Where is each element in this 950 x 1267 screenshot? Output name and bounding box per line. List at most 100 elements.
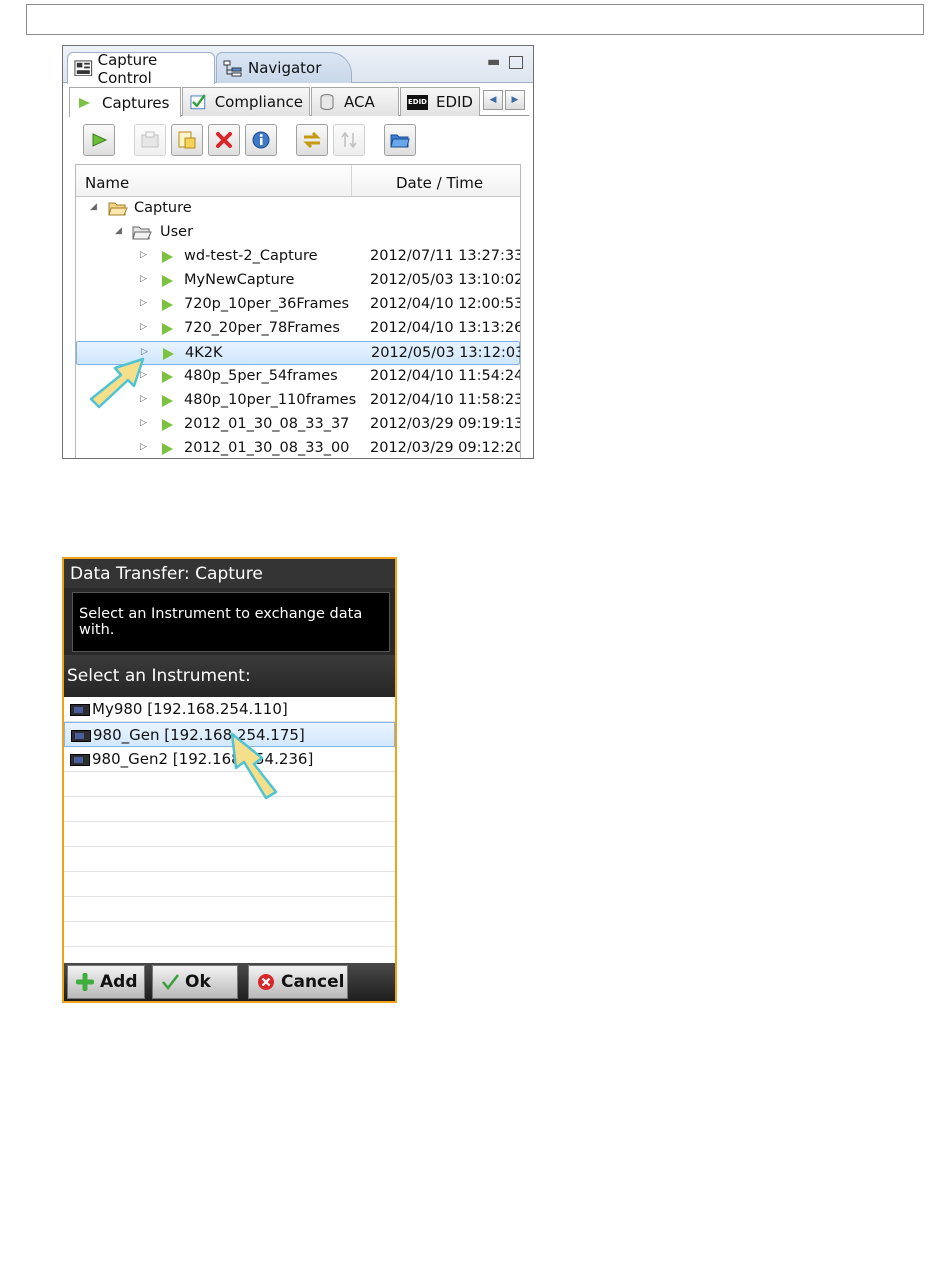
add-button-label: Add bbox=[100, 972, 138, 992]
open-folder-button[interactable] bbox=[384, 124, 416, 156]
expand-icon[interactable]: ▷ bbox=[141, 347, 148, 357]
play-icon bbox=[162, 395, 173, 407]
capture-name: 480p_10per_110frames bbox=[184, 392, 357, 408]
capture-name: 2012_01_30_08_33_00 bbox=[184, 440, 350, 456]
collapse-icon[interactable]: ◢ bbox=[90, 202, 97, 212]
capture-row[interactable]: ▷ 720_20per_78Frames 2012/04/10 13:13:26 bbox=[76, 317, 520, 341]
capture-row[interactable]: ▷ wd-test-2_Capture 2012/07/11 13:27:33 bbox=[76, 245, 520, 269]
scroll-left-icon[interactable]: ◀ bbox=[483, 90, 503, 110]
select-instrument-label: Select an Instrument: bbox=[64, 655, 395, 697]
info-button[interactable] bbox=[245, 124, 277, 156]
play-icon bbox=[162, 419, 173, 431]
delete-button[interactable] bbox=[208, 124, 240, 156]
dialog-title: Data Transfer: Capture bbox=[64, 559, 395, 588]
capture-date: 2012/04/10 11:58:23 bbox=[370, 392, 521, 408]
instrument-name: 980_Gen2 [192.168.254.236] bbox=[92, 750, 314, 768]
column-name[interactable]: Name bbox=[76, 165, 352, 196]
expand-icon[interactable]: ▷ bbox=[140, 442, 147, 452]
folder-open-icon bbox=[132, 226, 152, 240]
tab-navigator[interactable]: Navigator bbox=[216, 52, 352, 83]
capture-name: 720p_10per_36Frames bbox=[184, 296, 350, 312]
view-tab-bar: Capture Control Navigator ▬ bbox=[63, 46, 533, 87]
tab-captures[interactable]: Captures bbox=[69, 87, 181, 117]
instrument-row[interactable]: 980_Gen2 [192.168.254.236] bbox=[64, 747, 395, 772]
capture-row[interactable]: ▷ MyNewCapture 2012/05/03 13:10:02 bbox=[76, 269, 520, 293]
play-icon bbox=[162, 323, 173, 335]
tree-node-user[interactable]: ◢ User bbox=[76, 221, 520, 245]
column-date-time[interactable]: Date / Time bbox=[352, 165, 520, 196]
instrument-row[interactable]: 980_Gen [192.168.254.175] bbox=[64, 722, 395, 747]
tab-compliance[interactable]: Compliance bbox=[182, 87, 310, 116]
instrument-name: 980_Gen [192.168.254.175] bbox=[93, 726, 305, 744]
tab-aca[interactable]: ACA bbox=[311, 87, 399, 116]
export-button[interactable] bbox=[134, 124, 166, 156]
capture-date: 2012/07/11 13:27:33 bbox=[370, 248, 521, 264]
play-icon bbox=[162, 443, 173, 455]
import-button[interactable] bbox=[171, 124, 203, 156]
expand-icon[interactable]: ▷ bbox=[140, 298, 147, 308]
collapse-icon[interactable]: ◢ bbox=[115, 226, 122, 236]
capture-row[interactable]: ▷ 2012_01_30_08_33_00 2012/03/29 09:12:20 bbox=[76, 437, 520, 458]
folder-open-icon bbox=[108, 202, 128, 216]
tree-root-capture[interactable]: ◢ Capture bbox=[76, 197, 520, 221]
captures-tree: Name Date / Time ◢ Capture ◢ User ▷ wd-te… bbox=[75, 164, 521, 458]
capture-row[interactable]: ▷ 2012_01_30_08_33_37 2012/03/29 09:19:13 bbox=[76, 413, 520, 437]
play-icon bbox=[162, 251, 173, 263]
instrument-row[interactable]: My980 [192.168.254.110] bbox=[64, 697, 395, 722]
ok-button-label: Ok bbox=[185, 972, 211, 992]
capture-date: 2012/03/29 09:19:13 bbox=[370, 416, 521, 432]
cancel-button[interactable]: Cancel bbox=[248, 965, 348, 999]
database-icon bbox=[318, 93, 336, 111]
info-icon bbox=[252, 131, 270, 149]
expand-icon[interactable]: ▷ bbox=[140, 370, 147, 380]
expand-icon[interactable]: ▷ bbox=[140, 250, 147, 260]
empty-row bbox=[64, 922, 395, 947]
transfer-button[interactable] bbox=[296, 124, 328, 156]
empty-row bbox=[64, 897, 395, 922]
dialog-message: Select an Instrument to exchange data wi… bbox=[72, 592, 390, 652]
capture-name: 480p_5per_54frames bbox=[184, 368, 338, 384]
dialog-button-bar: Add Ok Cancel bbox=[64, 963, 395, 1001]
maximize-icon[interactable] bbox=[509, 56, 523, 69]
expand-icon[interactable]: ▷ bbox=[140, 418, 147, 428]
ok-button[interactable]: Ok bbox=[152, 965, 238, 999]
capture-name: 720_20per_78Frames bbox=[184, 320, 340, 336]
minimize-icon[interactable]: ▬ bbox=[487, 54, 500, 70]
play-button[interactable] bbox=[83, 124, 115, 156]
expand-icon[interactable]: ▷ bbox=[140, 274, 147, 284]
export-icon bbox=[141, 131, 159, 148]
empty-row bbox=[64, 797, 395, 822]
capture-row[interactable]: ▷ 4K2K 2012/05/03 13:12:03 bbox=[76, 341, 520, 365]
play-icon bbox=[162, 371, 173, 383]
upload-icon bbox=[341, 131, 357, 149]
delete-icon bbox=[216, 132, 232, 148]
add-icon bbox=[75, 972, 95, 992]
capture-row[interactable]: ▷ 480p_5per_54frames 2012/04/10 11:54:24 bbox=[76, 365, 520, 389]
tab-edid[interactable]: EDID EDID bbox=[400, 87, 480, 116]
instrument-name: My980 [192.168.254.110] bbox=[92, 700, 288, 718]
expand-icon[interactable]: ▷ bbox=[140, 394, 147, 404]
navigator-icon bbox=[223, 59, 243, 77]
tab-capture-control[interactable]: Capture Control bbox=[67, 51, 215, 87]
play-icon bbox=[76, 94, 94, 112]
capture-date: 2012/04/10 13:13:26 bbox=[370, 320, 521, 336]
tree-root-label: Capture bbox=[134, 200, 192, 216]
captures-toolbar bbox=[75, 122, 525, 158]
play-icon bbox=[92, 133, 108, 147]
capture-row[interactable]: ▷ 720p_10per_36Frames 2012/04/10 12:00:53 bbox=[76, 293, 520, 317]
upload-button[interactable] bbox=[333, 124, 365, 156]
play-icon bbox=[162, 275, 173, 287]
add-button[interactable]: Add bbox=[67, 965, 145, 999]
capture-name: 2012_01_30_08_33_37 bbox=[184, 416, 350, 432]
expand-icon[interactable]: ▷ bbox=[140, 322, 147, 332]
monitor-icon bbox=[70, 754, 90, 766]
tab-navigator-label: Navigator bbox=[248, 59, 322, 77]
monitor-icon bbox=[70, 704, 90, 716]
capture-date: 2012/04/10 12:00:53 bbox=[370, 296, 521, 312]
message-area: Select an Instrument to exchange data wi… bbox=[64, 588, 395, 655]
play-icon bbox=[162, 299, 173, 311]
capture-name: MyNewCapture bbox=[184, 272, 295, 288]
top-bar bbox=[26, 4, 924, 35]
capture-row[interactable]: ▷ 480p_10per_110frames 2012/04/10 11:58:23 bbox=[76, 389, 520, 413]
scroll-right-icon[interactable]: ▶ bbox=[505, 90, 525, 110]
